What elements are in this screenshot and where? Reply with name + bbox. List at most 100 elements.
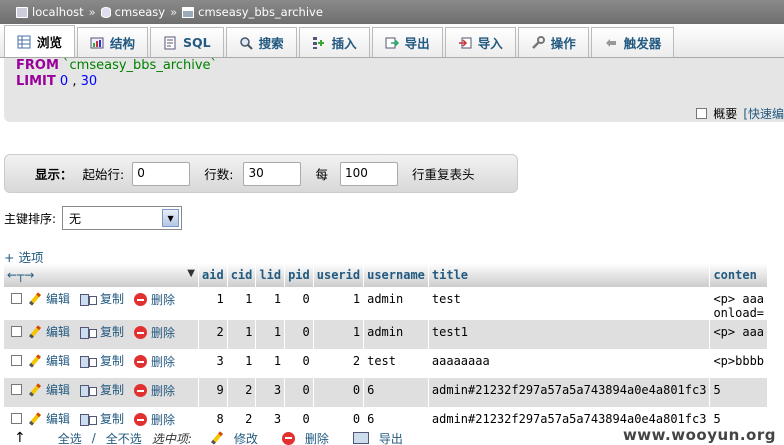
- cell-lid[interactable]: 3: [255, 378, 286, 407]
- cell-cid[interactable]: 1: [227, 287, 257, 320]
- rows-input[interactable]: 30: [243, 161, 302, 186]
- sort-select[interactable]: 无 ▼: [62, 206, 183, 230]
- cell-username[interactable]: admin: [363, 287, 429, 320]
- check-all-link[interactable]: 全选: [58, 431, 82, 445]
- cell-aid[interactable]: 1: [198, 287, 228, 320]
- every-label: 每: [315, 167, 328, 182]
- copy-label: 复制: [100, 354, 125, 368]
- repeat-header-input[interactable]: 100: [339, 161, 398, 186]
- column-header-aid[interactable]: aid: [198, 263, 228, 287]
- cell-userid[interactable]: 2: [313, 349, 365, 378]
- sort-dropdown-icon[interactable]: ▼: [187, 268, 195, 279]
- column-resize-icon[interactable]: ←┬→: [7, 268, 34, 282]
- column-header-cid[interactable]: cid: [227, 263, 257, 287]
- bulk-edit-button[interactable]: 修改: [234, 431, 258, 445]
- edit-row-button[interactable]: 编辑: [28, 380, 70, 400]
- tab-import[interactable]: 导入: [444, 27, 516, 57]
- uncheck-all-link[interactable]: 全不选: [106, 431, 142, 445]
- cell-content[interactable]: <p> aaa: [709, 320, 769, 349]
- row-checkbox[interactable]: [11, 326, 22, 337]
- cell-pid[interactable]: 0: [284, 378, 314, 407]
- edit-row-button[interactable]: 编辑: [28, 289, 70, 309]
- cell-title[interactable]: aaaaaaaa: [428, 349, 711, 378]
- copy-row-button[interactable]: 复制: [80, 351, 124, 371]
- cell-title[interactable]: test1: [428, 320, 711, 349]
- cell-username[interactable]: admin: [363, 320, 429, 349]
- column-header-title[interactable]: title: [428, 263, 711, 287]
- cell-lid[interactable]: 1: [255, 320, 286, 349]
- cell-lid[interactable]: 1: [255, 349, 286, 378]
- pencil-icon: [28, 383, 42, 397]
- column-header-username[interactable]: username: [363, 263, 429, 287]
- row-checkbox[interactable]: [11, 293, 22, 304]
- copy-row-button[interactable]: 复制: [80, 322, 124, 342]
- column-header-userid[interactable]: userid: [313, 263, 365, 287]
- cell-pid[interactable]: 0: [284, 349, 314, 378]
- tab-operations[interactable]: 操作: [517, 27, 589, 57]
- tab-insert[interactable]: 插入: [298, 27, 370, 57]
- cell-title[interactable]: test: [428, 287, 711, 320]
- cell-username[interactable]: test: [363, 349, 429, 378]
- profiling-checkbox[interactable]: [696, 107, 708, 119]
- cell-lid[interactable]: 1: [255, 287, 286, 320]
- cell-title[interactable]: admin#21232f297a57a5a743894a0e4a801fc3: [428, 378, 711, 407]
- sql-limit-count: 30: [80, 74, 98, 89]
- delete-label: 删除: [151, 292, 176, 307]
- column-header-lid[interactable]: lid: [255, 263, 286, 287]
- row-checkbox[interactable]: [11, 384, 22, 395]
- cell-aid[interactable]: 2: [198, 320, 228, 349]
- tab-search[interactable]: 搜索: [225, 27, 297, 57]
- cell-username[interactable]: 6: [363, 378, 429, 407]
- tab-triggers[interactable]: 触发器: [590, 27, 675, 57]
- edit-row-button[interactable]: 编辑: [28, 351, 70, 371]
- delete-row-button[interactable]: 删除: [134, 352, 175, 372]
- copy-label: 复制: [100, 412, 125, 426]
- breadcrumb-table[interactable]: cmseasy_bbs_archive: [182, 5, 323, 19]
- cell-userid[interactable]: 1: [313, 320, 365, 349]
- cell-aid[interactable]: 3: [198, 349, 228, 378]
- column-header-pid[interactable]: pid: [284, 263, 314, 287]
- copy-row-button[interactable]: 复制: [80, 289, 124, 309]
- row-checkbox[interactable]: [11, 355, 22, 366]
- delete-row-button[interactable]: 删除: [134, 381, 175, 401]
- cell-cid[interactable]: 1: [227, 320, 257, 349]
- bulk-export-button[interactable]: 导出: [379, 431, 403, 445]
- cell-userid[interactable]: 0: [313, 378, 365, 407]
- start-row-input[interactable]: 0: [132, 161, 191, 186]
- export-icon: [385, 37, 399, 48]
- copy-row-button[interactable]: 复制: [80, 409, 124, 429]
- delete-row-button[interactable]: 删除: [134, 290, 175, 310]
- cell-content[interactable]: <p> aaa onload=: [709, 287, 769, 320]
- copy-icon: [80, 325, 98, 339]
- tab-sql[interactable]: SQL: [150, 27, 224, 57]
- cell-userid[interactable]: 1: [313, 287, 365, 320]
- tab-structure[interactable]: 结构: [77, 27, 149, 57]
- cell-content[interactable]: 5: [709, 378, 769, 407]
- row-checkbox[interactable]: [11, 413, 22, 424]
- sql-limit-keyword: LIMIT: [16, 74, 56, 89]
- copy-label: 复制: [100, 383, 125, 397]
- pencil-icon: [28, 354, 42, 368]
- copy-row-button[interactable]: 复制: [80, 380, 124, 400]
- delete-row-button[interactable]: 删除: [134, 410, 175, 430]
- cell-cid[interactable]: 1: [227, 349, 257, 378]
- cell-aid[interactable]: 9: [198, 378, 228, 407]
- cell-cid[interactable]: 2: [227, 378, 257, 407]
- table-body: 编辑 复制 删除 1 1 1 0 1 admin test <p> aaa onload= 编辑 复制 删除…: [4, 287, 769, 436]
- column-header-content[interactable]: conten: [709, 263, 769, 287]
- delete-row-button[interactable]: 删除: [134, 323, 175, 343]
- edit-row-button[interactable]: 编辑: [28, 322, 70, 342]
- tab-browse[interactable]: 浏览: [4, 25, 76, 57]
- cell-content[interactable]: <p>bbbb: [709, 349, 769, 378]
- bulk-delete-button[interactable]: 删除: [305, 431, 329, 445]
- results-table: ←┬→ ▼ aid cid lid pid userid username ti…: [4, 263, 769, 436]
- cell-pid[interactable]: 0: [284, 320, 314, 349]
- breadcrumb-server[interactable]: localhost: [16, 5, 84, 19]
- tab-export[interactable]: 导出: [371, 27, 443, 57]
- sql-comma: ,: [72, 74, 77, 89]
- edit-row-button[interactable]: 编辑: [28, 409, 70, 429]
- quick-edit-link[interactable]: [快速编: [743, 105, 784, 122]
- cell-content-line1: <p>bbbb: [713, 354, 765, 368]
- cell-pid[interactable]: 0: [284, 287, 314, 320]
- breadcrumb-database[interactable]: cmseasy: [100, 5, 165, 19]
